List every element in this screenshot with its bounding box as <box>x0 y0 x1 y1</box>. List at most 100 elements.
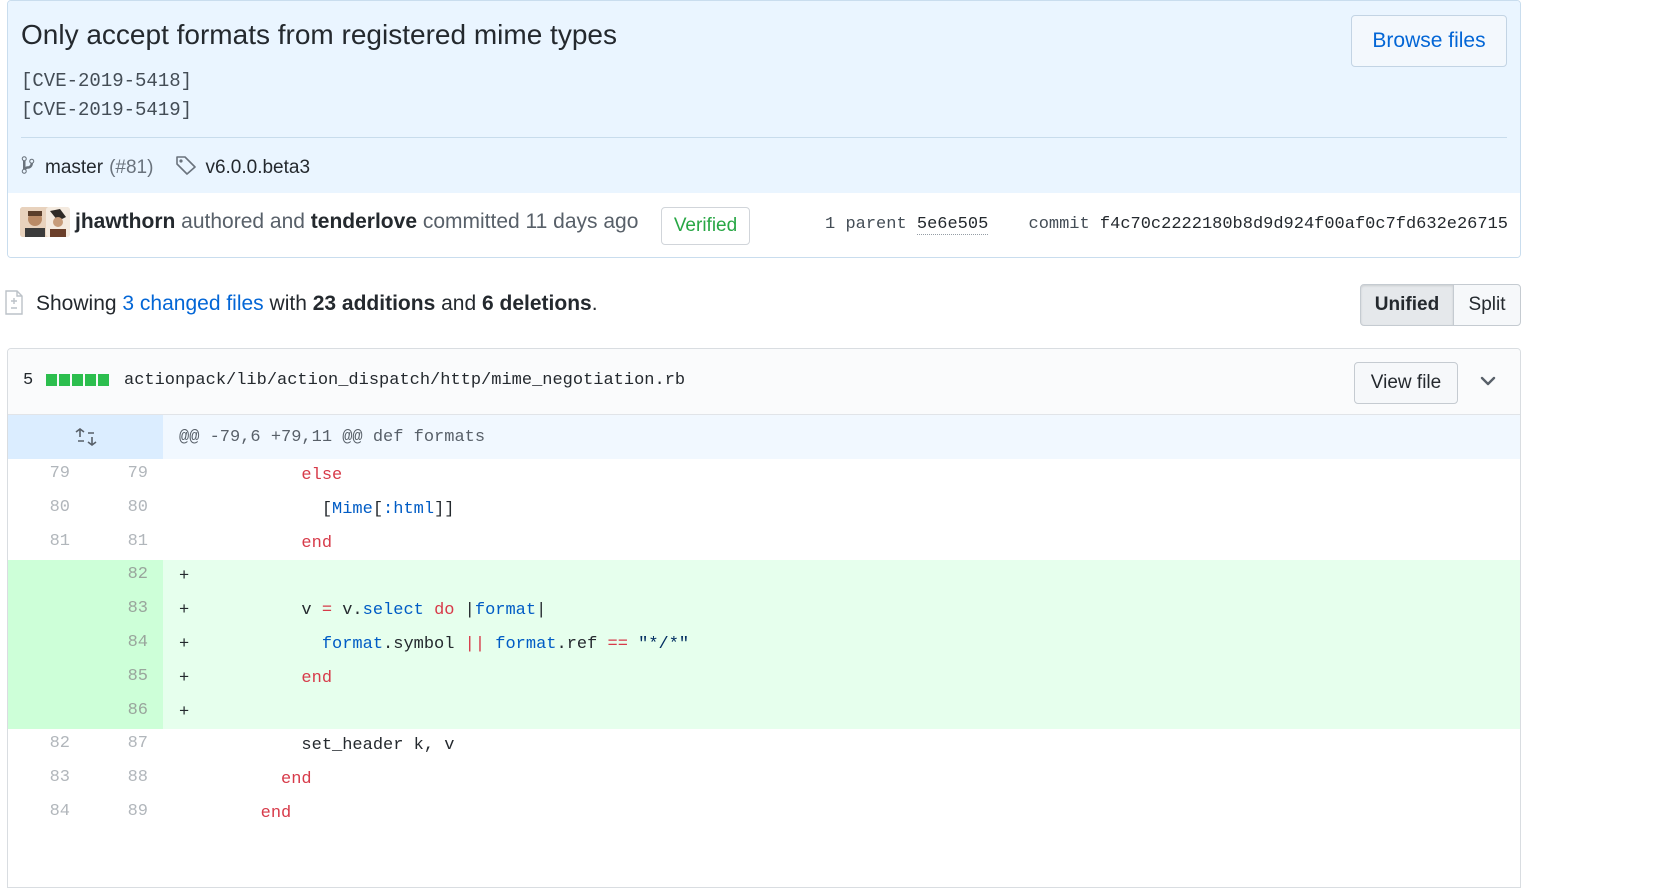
commit-summary: Only accept formats from registered mime… <box>8 1 1520 194</box>
code-token: set_header k, v <box>179 736 455 756</box>
diff-line-added: 85 + end <box>8 661 1520 696</box>
commit-meta: jhawthorn authored and tenderlove commit… <box>8 193 1520 257</box>
old-line-number[interactable] <box>8 594 85 628</box>
file-diff-icon[interactable] <box>4 290 24 321</box>
view-file-button[interactable]: View file <box>1354 362 1458 404</box>
new-line-number[interactable]: 84 <box>85 627 163 662</box>
unified-view-button[interactable]: Unified <box>1360 284 1454 326</box>
branch-name[interactable]: master <box>45 157 103 179</box>
authored-text: authored and <box>181 210 305 233</box>
old-line-number[interactable]: 83 <box>8 763 85 797</box>
diff-lines: 79 79 else 80 80 [Mime[:html]] 81 81 end 82 +83… <box>8 459 1520 831</box>
diffstat-bar <box>46 374 109 386</box>
code-token: format <box>474 601 537 621</box>
code-token: do <box>434 601 455 621</box>
new-line-number[interactable]: 88 <box>85 763 163 797</box>
new-line-number[interactable]: 79 <box>85 459 163 493</box>
additions-count: 23 additions <box>312 292 436 315</box>
old-line-number[interactable]: 82 <box>8 729 85 763</box>
code-token: + v <box>179 601 322 621</box>
changed-files-link[interactable]: 3 changed files <box>122 292 263 315</box>
code-token: ]] <box>434 499 455 519</box>
file-path[interactable]: actionpack/lib/action_dispatch/http/mime… <box>124 371 685 390</box>
old-line-number[interactable] <box>8 627 85 662</box>
code-token: "*/*" <box>638 634 690 654</box>
file-diff: 5 actionpack/lib/action_dispatch/http/mi… <box>7 348 1521 888</box>
diffstat-block <box>46 374 57 386</box>
diffstat-block <box>98 374 109 386</box>
code-text: + <box>163 560 1520 594</box>
code-token: v. <box>332 601 363 621</box>
diff-line-context: 81 81 end <box>8 527 1520 561</box>
new-line-number[interactable]: 89 <box>85 797 163 831</box>
code-text: + <box>163 696 1520 730</box>
parent-label: 1 parent <box>825 215 907 234</box>
diff-line-added: 82 + <box>8 560 1520 595</box>
author-name[interactable]: jhawthorn <box>75 210 175 233</box>
old-line-number[interactable]: 84 <box>8 797 85 831</box>
diff-line-context: 80 80 [Mime[:html]] <box>8 493 1520 527</box>
code-token: = <box>321 601 333 621</box>
and-text: and <box>441 292 477 315</box>
old-line-number[interactable]: 80 <box>8 493 85 527</box>
tag-group: v6.0.0.beta3 <box>175 155 310 181</box>
browse-files-button[interactable]: Browse files <box>1351 15 1507 67</box>
code-token: end <box>301 533 333 553</box>
new-line-number[interactable]: 82 <box>85 560 163 595</box>
code-token: | <box>536 601 547 621</box>
code-token: + <box>179 567 190 587</box>
tag-name[interactable]: v6.0.0.beta3 <box>205 157 310 179</box>
diffstat-count: 5 <box>23 371 34 390</box>
hunk-gutter <box>8 415 163 459</box>
new-line-number[interactable]: 87 <box>85 729 163 763</box>
old-line-number[interactable]: 81 <box>8 527 85 561</box>
new-line-number[interactable]: 85 <box>85 661 163 696</box>
diff-line-added: 83 + v = v.select do |format| <box>8 594 1520 628</box>
code-text: else <box>163 459 1520 493</box>
diff-line-added: 86 + <box>8 695 1520 730</box>
old-line-number[interactable] <box>8 661 85 696</box>
diffstat-block <box>59 374 70 386</box>
verified-badge[interactable]: Verified <box>661 207 750 245</box>
expand-icon[interactable] <box>74 427 98 452</box>
old-line-number[interactable]: 79 <box>8 459 85 493</box>
file-header: 5 actionpack/lib/action_dispatch/http/mi… <box>8 349 1520 415</box>
code-token: end <box>260 803 292 823</box>
new-line-number[interactable]: 83 <box>85 594 163 628</box>
diff-line-context: 79 79 else <box>8 459 1520 493</box>
code-text: + format.symbol || format.ref == "*/*" <box>163 628 1520 662</box>
code-token: .ref <box>556 634 608 654</box>
old-line-number[interactable] <box>8 695 85 730</box>
code-text: set_header k, v <box>163 729 1520 763</box>
tag-icon <box>175 155 197 181</box>
avatars <box>20 207 70 239</box>
diffstat-block <box>85 374 96 386</box>
showing-text: Showing <box>36 292 117 315</box>
diff-summary-text: Showing 3 changed files with 23 addition… <box>36 292 598 316</box>
period-text: . <box>591 292 598 315</box>
code-token: | <box>454 601 475 621</box>
diff-line-context: 82 87 set_header k, v <box>8 729 1520 763</box>
code-token: :html <box>383 499 435 519</box>
new-line-number[interactable]: 86 <box>85 695 163 730</box>
new-line-number[interactable]: 80 <box>85 493 163 527</box>
code-text: end <box>163 763 1520 797</box>
split-view-button[interactable]: Split <box>1453 284 1521 326</box>
chevron-down-icon[interactable] <box>1478 371 1498 391</box>
parent-sha-link[interactable]: 5e6e505 <box>916 215 989 235</box>
code-token: .symbol <box>383 634 465 654</box>
new-line-number[interactable]: 81 <box>85 527 163 561</box>
deletions-count: 6 deletions <box>482 292 592 315</box>
committer-name[interactable]: tenderlove <box>311 210 417 233</box>
old-line-number[interactable] <box>8 560 85 595</box>
committer-avatar[interactable] <box>46 207 70 237</box>
hunk-header-text: @@ -79,6 +79,11 @@ def formats <box>179 428 486 447</box>
code-token: end <box>281 770 312 790</box>
pull-request-ref[interactable]: (#81) <box>109 157 153 179</box>
diff-summary-row: Showing 3 changed files with 23 addition… <box>0 282 1521 328</box>
code-token: + <box>179 634 322 654</box>
code-token: + <box>179 668 302 688</box>
code-token: [ <box>372 499 384 519</box>
